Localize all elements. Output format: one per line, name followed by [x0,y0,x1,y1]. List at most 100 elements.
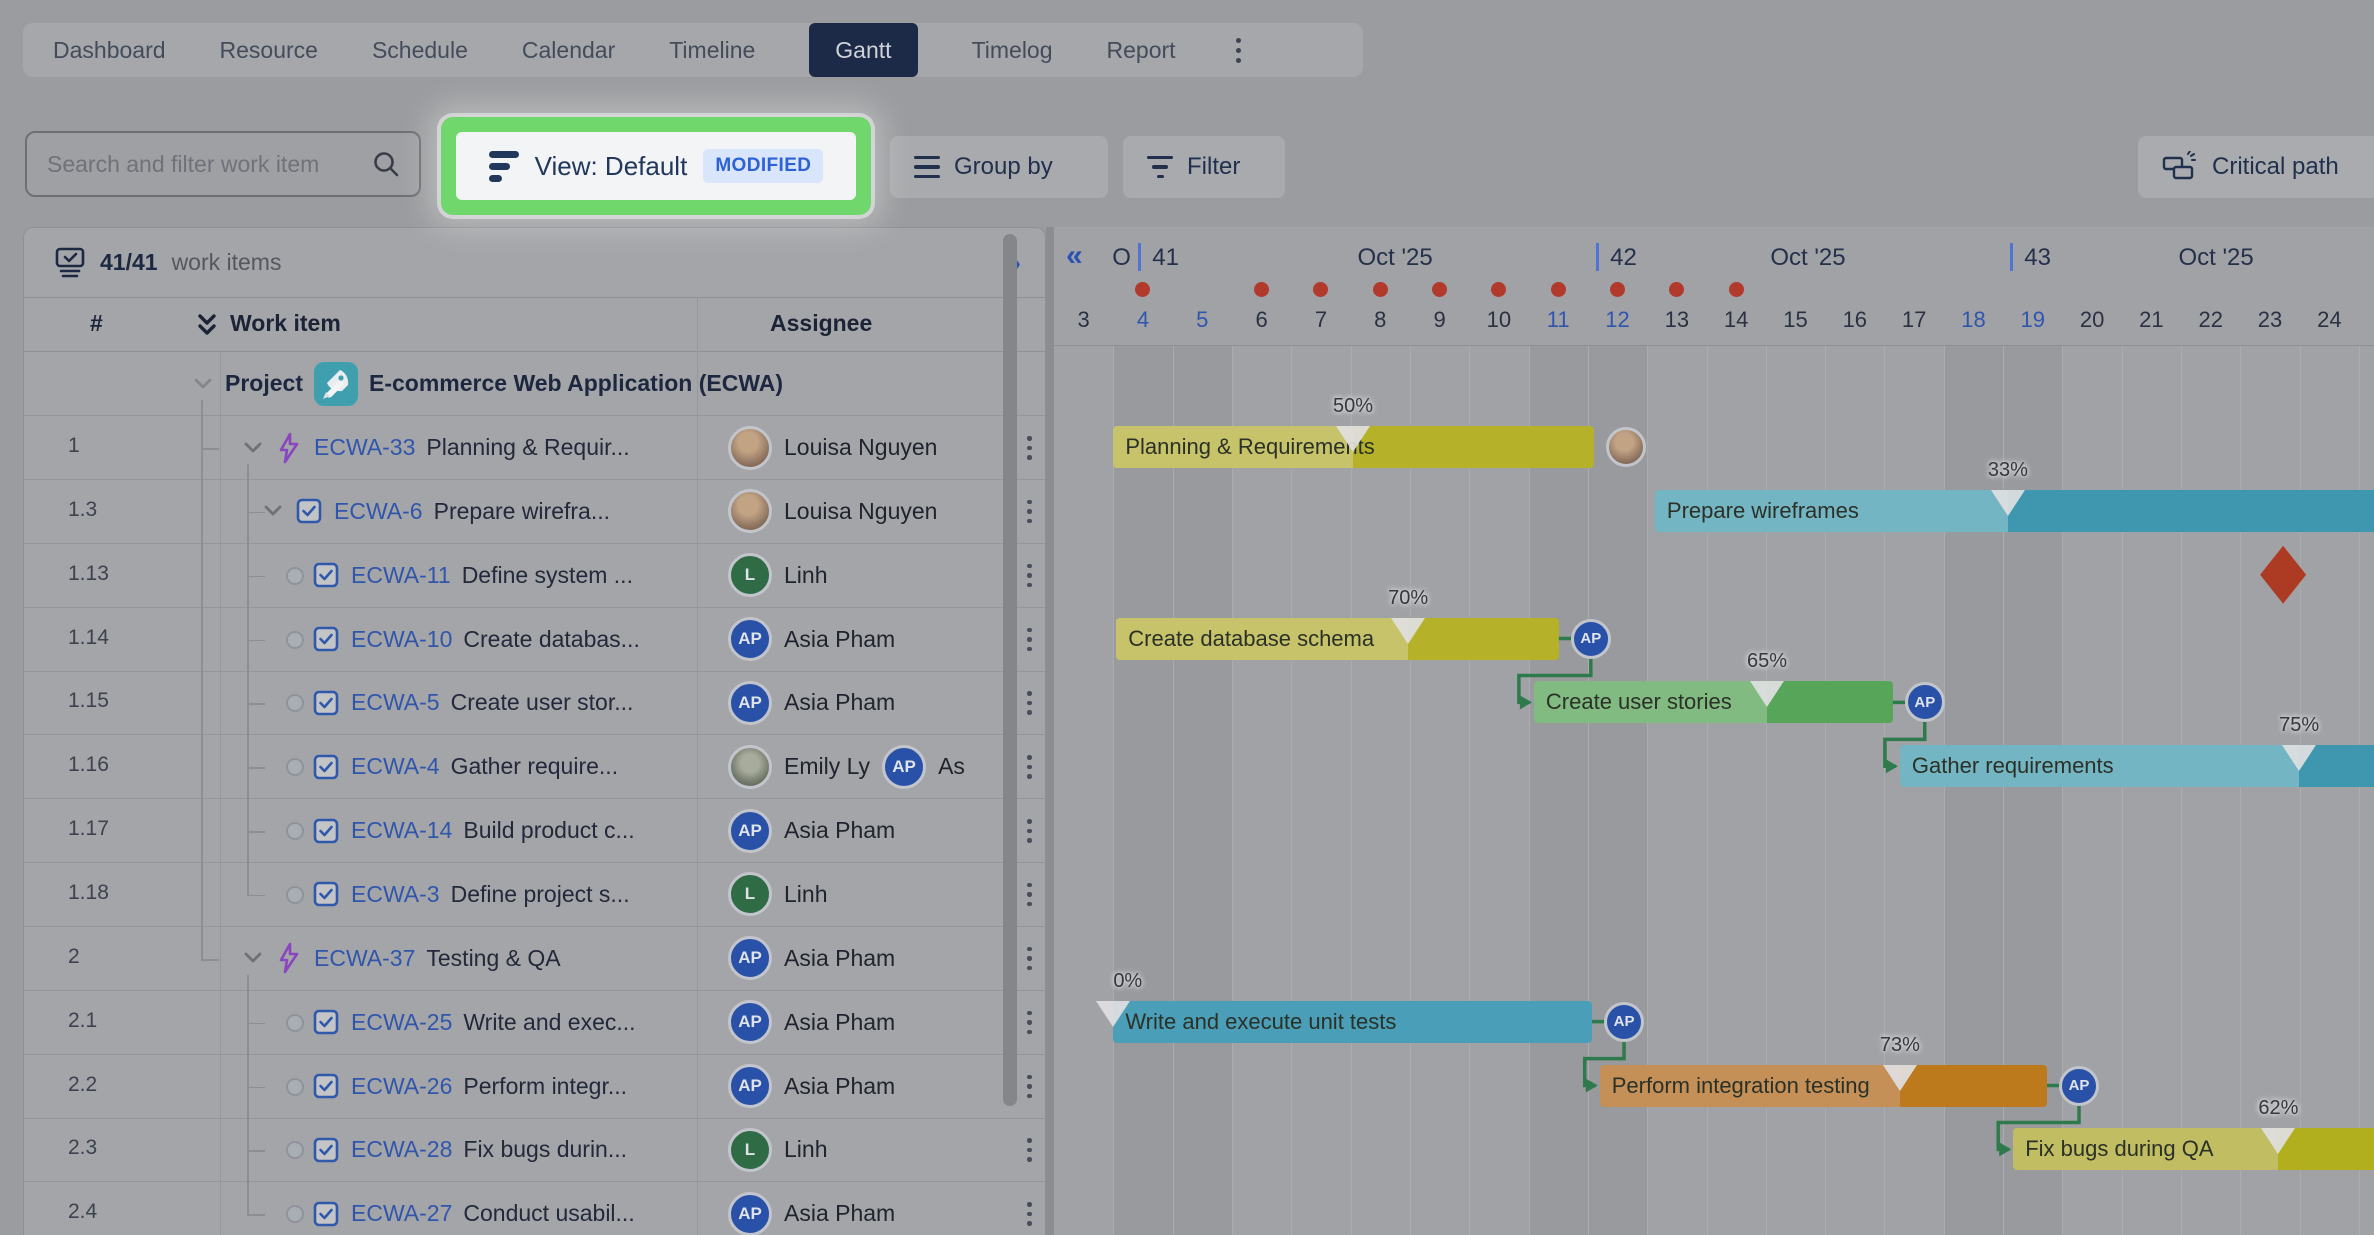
day-label[interactable]: 8 [1374,307,1386,333]
column-assignee[interactable]: Assignee [770,310,872,337]
gantt-bar[interactable]: Write and execute unit tests [1113,1001,1592,1043]
work-item-key[interactable]: ECWA-3 [351,881,440,908]
nav-more-icon[interactable] [1230,34,1247,67]
avatar-ap[interactable]: AP [1905,682,1945,722]
assignee-cell[interactable]: APAsia Pham [715,799,995,862]
day-label[interactable]: 4 [1137,307,1149,333]
table-row[interactable]: 2.1ECWA-25Write and exec...APAsia Pham [24,991,1045,1055]
row-more-icon[interactable] [1019,749,1040,785]
project-row[interactable]: ProjectE-commerce Web Application (ECWA) [24,352,1045,416]
assignee-cell[interactable]: APAsia Pham [715,1055,995,1118]
table-row[interactable]: 2.4ECWA-27Conduct usabil...APAsia Pham [24,1182,1045,1235]
work-item-title[interactable]: Conduct usabil... [463,1200,634,1227]
day-label[interactable]: 17 [1902,307,1926,333]
day-label[interactable]: 6 [1255,307,1267,333]
assignee-cell[interactable]: Emily LyAPAs [715,735,995,798]
column-work-item[interactable]: Work item [230,310,341,337]
gantt-bar[interactable]: Perform integration testing [1600,1065,2047,1107]
day-label[interactable]: 24 [2317,307,2341,333]
avatar-ap[interactable]: AP [2059,1066,2099,1106]
work-item-key[interactable]: ECWA-27 [351,1200,452,1227]
work-item-key[interactable]: ECWA-10 [351,626,452,653]
work-item-key[interactable]: ECWA-37 [314,945,415,972]
day-label[interactable]: 19 [2021,307,2045,333]
day-label[interactable]: 21 [2139,307,2163,333]
gantt-bar[interactable]: Fix bugs during QA [2013,1128,2374,1170]
assignee-cell[interactable]: APAsia Pham [715,927,995,990]
day-label[interactable]: 18 [1961,307,1985,333]
tab-gantt[interactable]: Gantt [809,23,917,77]
search-input[interactable] [47,151,371,178]
table-row[interactable]: 1.18ECWA-3Define project s...LLinh [24,863,1045,927]
avatar-ap[interactable]: AP [1604,1002,1644,1042]
work-item-title[interactable]: Write and exec... [463,1009,635,1036]
view-selector-button[interactable]: View: Default MODIFIED [456,132,856,200]
avatar-ap[interactable]: AP [1571,619,1611,659]
gantt-bar[interactable]: Create user stories [1534,681,1893,723]
row-more-icon[interactable] [1019,1069,1040,1105]
collapse-all-icon[interactable] [194,310,220,340]
row-more-icon[interactable] [1019,430,1040,466]
tab-calendar[interactable]: Calendar [522,37,615,64]
row-more-icon[interactable] [1019,1196,1040,1232]
assignee-cell[interactable]: Louisa Nguyen [715,416,995,479]
work-item-key[interactable]: ECWA-25 [351,1009,452,1036]
day-label[interactable]: 22 [2198,307,2222,333]
filter-button[interactable]: Filter [1123,136,1285,198]
work-item-title[interactable]: Testing & QA [426,945,560,972]
day-label[interactable]: 11 [1547,307,1570,333]
work-item-title[interactable]: Fix bugs durin... [463,1136,627,1163]
work-item-key[interactable]: ECWA-6 [334,498,423,525]
table-row[interactable]: 2.2ECWA-26Perform integr...APAsia Pham [24,1055,1045,1119]
table-row[interactable]: 1.15ECWA-5Create user stor...APAsia Pham [24,671,1045,735]
row-more-icon[interactable] [1019,813,1040,849]
drag-handle-bullet[interactable] [286,567,304,585]
work-item-key[interactable]: ECWA-4 [351,753,440,780]
row-more-icon[interactable] [1019,558,1040,594]
work-item-title[interactable]: Prepare wirefra... [434,498,610,525]
avatar-louisa[interactable] [1606,427,1646,467]
drag-handle-bullet[interactable] [286,1014,304,1032]
day-label[interactable]: 7 [1315,307,1327,333]
group-by-button[interactable]: Group by [890,136,1108,198]
scroll-left-icon[interactable]: « [1066,239,1083,273]
row-more-icon[interactable] [1019,494,1040,530]
work-item-key[interactable]: ECWA-5 [351,689,440,716]
tab-report[interactable]: Report [1107,37,1176,64]
drag-handle-bullet[interactable] [286,886,304,904]
row-more-icon[interactable] [1019,1132,1040,1168]
chevron-down-icon[interactable] [242,441,264,455]
work-item-title[interactable]: Perform integr... [463,1073,627,1100]
day-label[interactable]: 3 [1078,307,1090,333]
day-label[interactable]: 9 [1433,307,1445,333]
table-row[interactable]: 1.13ECWA-11Define system ...LLinh [24,544,1045,608]
row-more-icon[interactable] [1019,1005,1040,1041]
day-label[interactable]: 20 [2080,307,2104,333]
drag-handle-bullet[interactable] [286,631,304,649]
drag-handle-bullet[interactable] [286,1205,304,1223]
day-label[interactable]: 10 [1487,307,1511,333]
work-item-title[interactable]: Build product c... [463,817,634,844]
row-more-icon[interactable] [1019,877,1040,913]
chevron-down-icon[interactable] [192,377,214,391]
work-item-key[interactable]: ECWA-11 [351,562,451,589]
work-item-key[interactable]: ECWA-14 [351,817,452,844]
assignee-cell[interactable]: Louisa Nguyen [715,480,995,543]
row-more-icon[interactable] [1019,685,1040,721]
assignee-cell[interactable]: LLinh [715,1118,995,1181]
tab-schedule[interactable]: Schedule [372,37,468,64]
drag-handle-bullet[interactable] [286,822,304,840]
table-row[interactable]: 2.3ECWA-28Fix bugs durin...LLinh [24,1118,1045,1182]
row-more-icon[interactable] [1019,622,1040,658]
table-row[interactable]: 1.16ECWA-4Gather require...Emily LyAPAs [24,735,1045,799]
tab-resource[interactable]: Resource [220,37,318,64]
work-item-key[interactable]: ECWA-33 [314,434,415,461]
tab-dashboard[interactable]: Dashboard [53,37,166,64]
drag-handle-bullet[interactable] [286,694,304,712]
panel-vertical-scrollbar[interactable] [1003,234,1017,1106]
work-item-title[interactable]: Define system ... [462,562,633,589]
work-item-key[interactable]: ECWA-28 [351,1136,452,1163]
work-item-title[interactable]: Create user stor... [451,689,634,716]
row-more-icon[interactable] [1019,941,1040,977]
day-label[interactable]: 16 [1843,307,1867,333]
